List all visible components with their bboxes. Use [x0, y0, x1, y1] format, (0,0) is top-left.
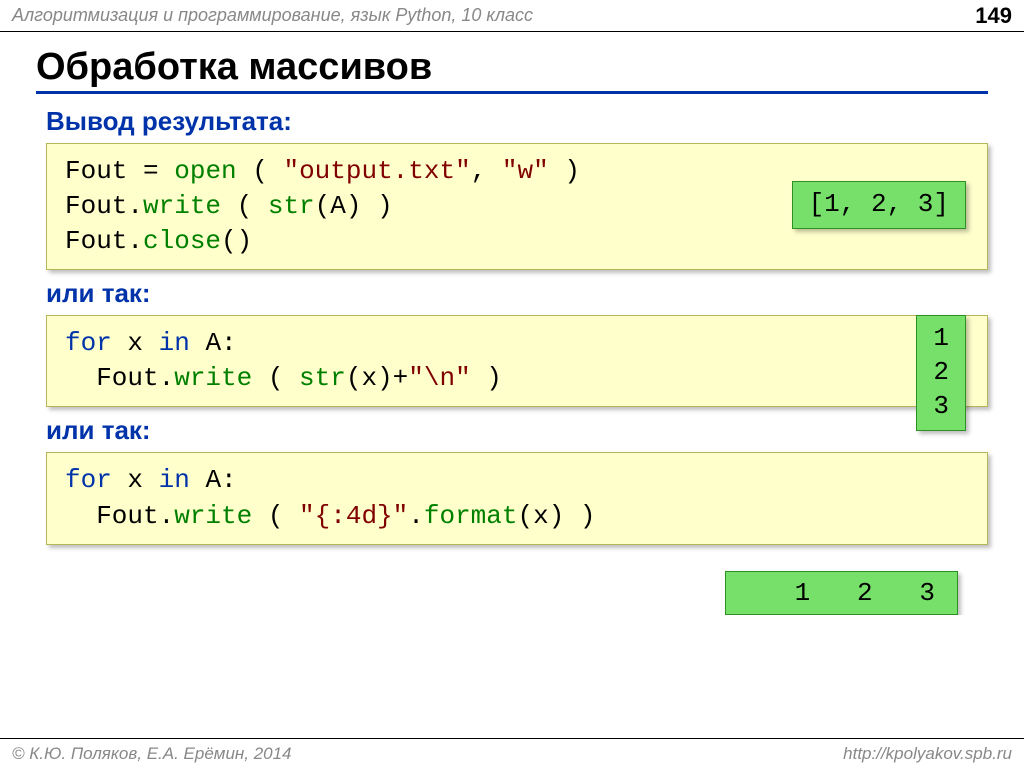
- code-text: A:: [190, 465, 237, 495]
- subheading-or-2: или так:: [46, 415, 988, 446]
- code-kw: in: [159, 328, 190, 358]
- code-text: Fout.: [65, 226, 143, 256]
- output-box-1: [1, 2, 3]: [792, 181, 966, 229]
- breadcrumb: Алгоритмизация и программирование, язык …: [12, 5, 533, 26]
- code-block-2: for x in A: Fout.write ( str(x)+"\n" ): [46, 315, 988, 407]
- output-3-row: 1 2 3: [36, 553, 988, 615]
- code-block-1-wrap: Fout = open ( "output.txt", "w" ) Fout.w…: [46, 143, 988, 270]
- code-fn: write: [174, 363, 252, 393]
- output-box-2: 1 2 3: [916, 315, 966, 430]
- code-text: (x)+: [346, 363, 408, 393]
- code-text: (: [221, 191, 268, 221]
- code-fn: open: [174, 156, 236, 186]
- slide-body: Обработка массивов Вывод результата: Fou…: [0, 32, 1024, 615]
- code-text: (: [252, 363, 299, 393]
- code-text: Fout.: [65, 191, 143, 221]
- slide-title: Обработка массивов: [36, 46, 988, 89]
- code-fn: str: [299, 363, 346, 393]
- code-str: "w": [502, 156, 549, 186]
- code-text: Fout: [65, 156, 127, 186]
- code-block-2-wrap: for x in A: Fout.write ( str(x)+"\n" ) 1…: [46, 315, 988, 407]
- code-block-3: for x in A: Fout.write ( "{:4d}".format(…: [46, 452, 988, 544]
- subheading-output: Вывод результата:: [46, 106, 988, 137]
- code-text: (): [221, 226, 252, 256]
- code-str: "\n": [408, 363, 470, 393]
- code-text: x: [112, 465, 159, 495]
- code-text: .: [408, 501, 424, 531]
- code-fn: format: [424, 501, 518, 531]
- code-text: (: [237, 156, 284, 186]
- code-str: "{:4d}": [299, 501, 408, 531]
- code-fn: write: [143, 191, 221, 221]
- code-fn: write: [174, 501, 252, 531]
- code-text: Fout.: [65, 363, 174, 393]
- code-kw: for: [65, 328, 112, 358]
- title-underline: [36, 91, 988, 94]
- slide-header: Алгоритмизация и программирование, язык …: [0, 0, 1024, 32]
- code-text: Fout.: [65, 501, 174, 531]
- code-text: (A) ): [315, 191, 393, 221]
- code-text: x: [112, 328, 159, 358]
- slide-footer: © К.Ю. Поляков, Е.А. Ерёмин, 2014 http:/…: [0, 738, 1024, 768]
- output-box-3: 1 2 3: [725, 571, 958, 615]
- code-text: A:: [190, 328, 237, 358]
- code-text: ): [471, 363, 502, 393]
- page-number: 149: [975, 3, 1012, 29]
- copyright: © К.Ю. Поляков, Е.А. Ерёмин, 2014: [12, 744, 292, 764]
- code-kw: in: [159, 465, 190, 495]
- code-block-3-wrap: for x in A: Fout.write ( "{:4d}".format(…: [46, 452, 988, 544]
- code-fn: str: [268, 191, 315, 221]
- code-fn: close: [143, 226, 221, 256]
- footer-url: http://kpolyakov.spb.ru: [843, 744, 1012, 764]
- code-text: =: [127, 156, 174, 186]
- code-text: (: [252, 501, 299, 531]
- subheading-or-1: или так:: [46, 278, 988, 309]
- code-kw: for: [65, 465, 112, 495]
- code-str: "output.txt": [283, 156, 470, 186]
- code-text: ): [549, 156, 580, 186]
- code-text: (x) ): [518, 501, 596, 531]
- code-text: ,: [471, 156, 502, 186]
